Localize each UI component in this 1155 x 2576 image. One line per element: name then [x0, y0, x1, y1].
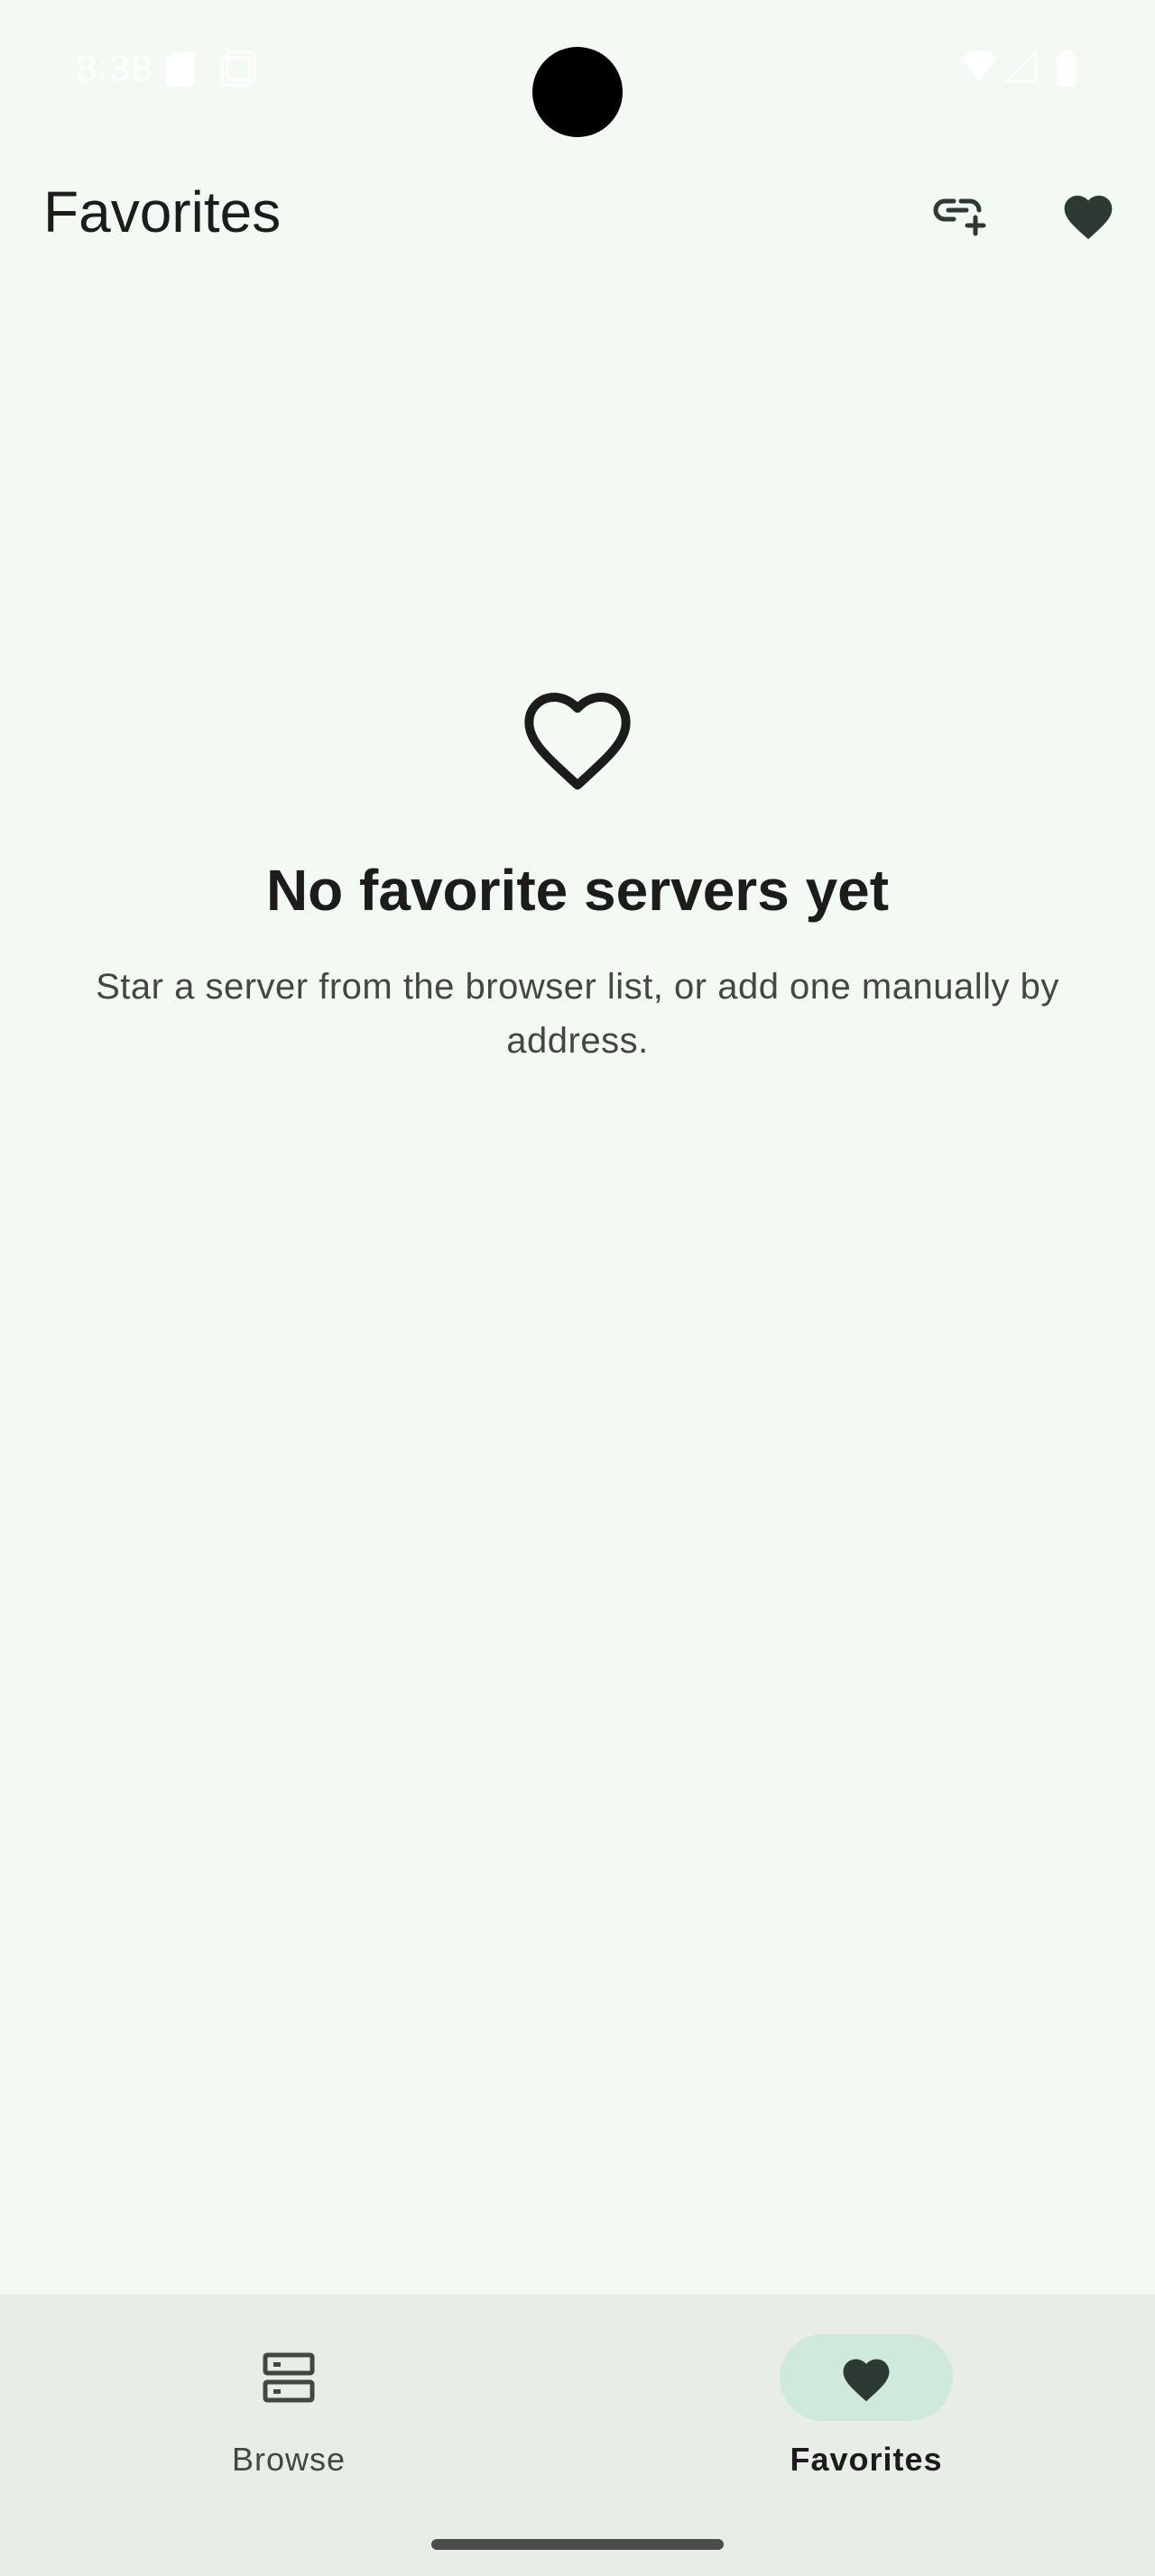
status-bar: 8:38 [0, 0, 1155, 141]
link-add-icon [933, 198, 986, 236]
nav-label-favorites: Favorites [790, 2441, 943, 2478]
sd-card-icon [164, 51, 197, 91]
top-app-bar: Favorites [0, 162, 1155, 267]
add-server-by-address-button[interactable] [917, 171, 1003, 258]
nav-label-browse: Browse [231, 2441, 346, 2478]
nav-item-favorites[interactable]: Favorites [731, 2334, 1002, 2479]
favorites-heart-button[interactable] [1045, 171, 1132, 258]
battery-icon [1056, 51, 1077, 91]
status-time: 8:38 [76, 47, 153, 89]
server-list-icon [263, 2352, 315, 2403]
camera-cutout [532, 47, 623, 137]
home-gesture-bar[interactable] [431, 2539, 724, 2550]
wifi-icon [960, 51, 998, 87]
empty-state-title: No favorite servers yet [265, 858, 890, 923]
bottom-navigation: Browse Favorites [0, 2295, 1155, 2576]
page-title: Favorites [43, 179, 282, 244]
nav-indicator-browse [202, 2334, 375, 2421]
heart-filled-icon [1064, 195, 1113, 240]
empty-state: No favorite servers yet Star a server fr… [0, 676, 1155, 1068]
empty-state-description: Star a server from the browser list, or … [96, 967, 1059, 1061]
heart-outline-icon [524, 693, 631, 790]
nav-item-browse[interactable]: Browse [153, 2334, 424, 2479]
nav-indicator-favorites [780, 2334, 953, 2421]
screenshot-icon [220, 51, 256, 91]
heart-filled-icon [843, 2359, 890, 2402]
signal-icon [1003, 49, 1038, 87]
